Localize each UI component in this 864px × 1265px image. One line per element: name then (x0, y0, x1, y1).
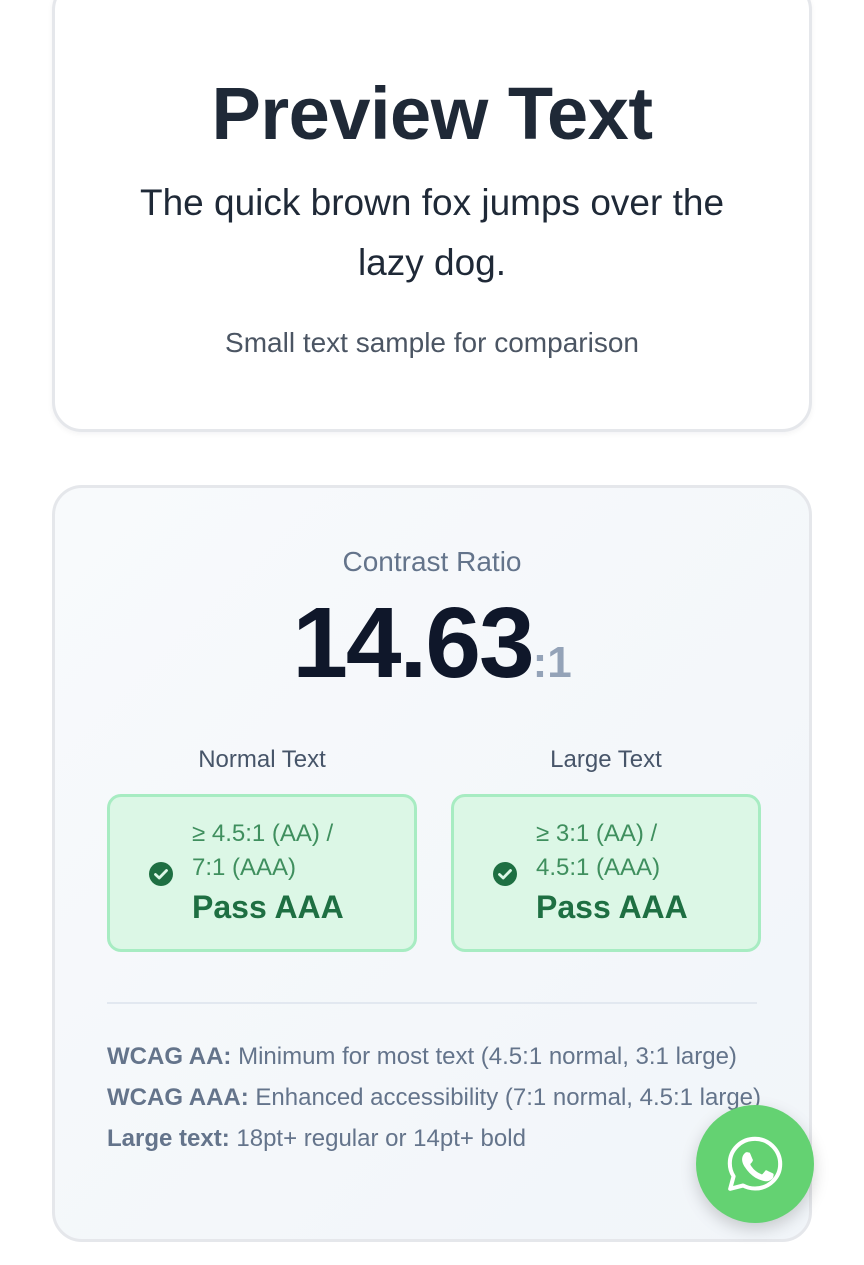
note-term: WCAG AA: (107, 1043, 232, 1070)
note-text: Enhanced accessibility (7:1 normal, 4.5:… (248, 1084, 762, 1111)
normal-requirement-line-2: 7:1 (AAA) (192, 854, 297, 881)
large-text-label: Large Text (550, 746, 662, 773)
normal-requirement-line-1: ≥ 4.5:1 (AA) / (192, 820, 334, 847)
check-circle-icon (493, 862, 517, 886)
contrast-card: Contrast Ratio 14.63:1 Normal Text Large… (52, 485, 812, 1242)
normal-text-result: ≥ 4.5:1 (AA) / 7:1 (AAA) Pass AAA (107, 794, 417, 952)
preview-small-text: Small text sample for comparison (225, 327, 639, 358)
note-large-text: Large text: 18pt+ regular or 14pt+ bold (107, 1122, 765, 1156)
normal-text-requirement: ≥ 4.5:1 (AA) / 7:1 (AAA) (192, 817, 404, 885)
note-wcag-aa: WCAG AA: Minimum for most text (4.5:1 no… (107, 1040, 765, 1074)
normal-text-status: Pass AAA (192, 889, 344, 925)
divider (107, 1002, 757, 1004)
wcag-notes: WCAG AA: Minimum for most text (4.5:1 no… (107, 1040, 765, 1163)
preview-title: Preview Text (211, 72, 653, 155)
large-text-result: ≥ 3:1 (AA) / 4.5:1 (AAA) Pass AAA (451, 794, 761, 952)
preview-body-text: The quick brown fox jumps over the lazy … (139, 182, 725, 283)
whatsapp-button[interactable] (696, 1105, 814, 1223)
note-text: Minimum for most text (4.5:1 normal, 3:1… (231, 1043, 737, 1070)
normal-text-label: Normal Text (198, 746, 326, 773)
large-text-requirement: ≥ 3:1 (AA) / 4.5:1 (AAA) (536, 817, 748, 885)
contrast-ratio-suffix: :1 (532, 638, 572, 687)
large-requirement-line-1: ≥ 3:1 (AA) / (536, 820, 658, 847)
large-text-status: Pass AAA (536, 889, 688, 925)
note-term: Large text: (107, 1125, 230, 1152)
preview-card: Preview Text The quick brown fox jumps o… (52, 0, 812, 432)
check-circle-icon (149, 862, 173, 886)
note-term: WCAG AAA: (107, 1084, 249, 1111)
page: Preview Text The quick brown fox jumps o… (0, 0, 864, 1265)
whatsapp-icon (727, 1136, 783, 1191)
note-wcag-aaa: WCAG AAA: Enhanced accessibility (7:1 no… (107, 1081, 765, 1115)
contrast-ratio-label: Contrast Ratio (342, 546, 522, 577)
large-requirement-line-2: 4.5:1 (AAA) (536, 854, 661, 881)
note-text: 18pt+ regular or 14pt+ bold (229, 1125, 526, 1152)
contrast-ratio-value: 14.63 (292, 587, 534, 699)
contrast-ratio: 14.63:1 (55, 586, 809, 701)
